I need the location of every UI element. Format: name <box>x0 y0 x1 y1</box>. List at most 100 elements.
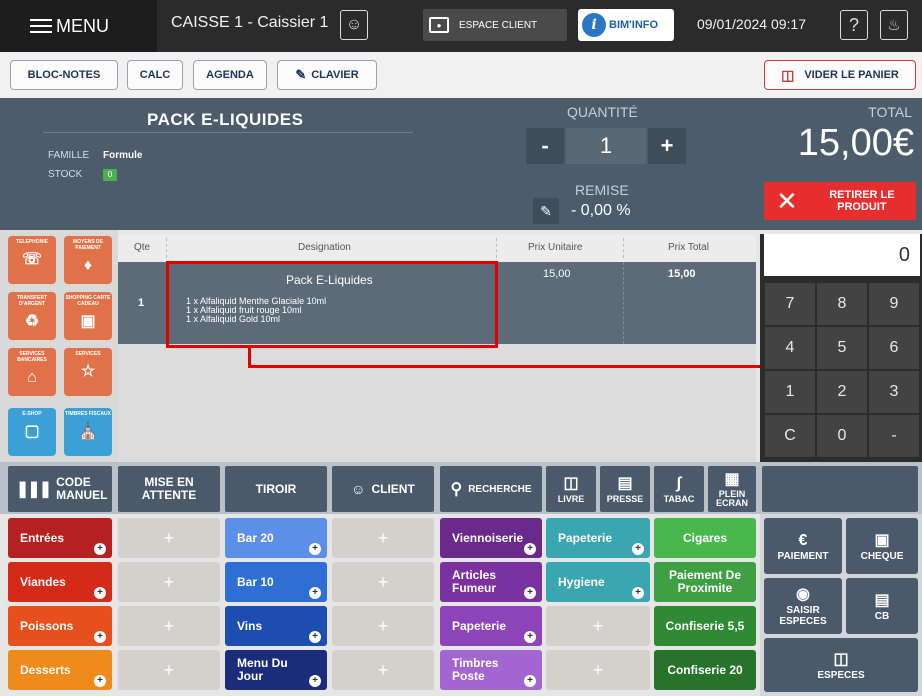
remise-value: - 0,00 % <box>571 202 631 219</box>
category-papeterie[interactable]: Papeterie + <box>546 518 650 558</box>
category-viandes[interactable]: Viandes + <box>8 562 112 602</box>
id-card-icon: ● <box>429 17 449 33</box>
paiement-label: PAIEMENT <box>777 550 829 562</box>
key-3[interactable]: 3 <box>868 370 920 414</box>
shortcut-moyens-paiement[interactable]: MOYENS DE PAIEMENT ♦ <box>64 236 112 284</box>
bim-info-button[interactable]: i BIM'INFO <box>578 9 674 41</box>
empty-slot[interactable]: + <box>118 518 220 558</box>
paiement-button[interactable]: € PAIEMENT <box>764 518 842 574</box>
phone-icon: ☏ <box>21 251 42 268</box>
trash-icon: ◫ <box>781 66 795 83</box>
key-8[interactable]: 8 <box>816 282 868 326</box>
category-confiserie-5-5[interactable]: Confiserie 5,5 <box>654 606 756 646</box>
saisir-especes-label: SAISIR ESPECES <box>779 605 827 627</box>
shortcut-carte-cadeau[interactable]: SHOPPING CARTE CADEAU ▣ <box>64 292 112 340</box>
bell-icon[interactable]: ♨ <box>880 10 908 40</box>
especes-label: ESPECES <box>817 669 865 681</box>
user-icon[interactable]: ☺ <box>340 10 368 40</box>
quantity-plus-button[interactable]: + <box>648 128 686 164</box>
shortcut-services-bancaires[interactable]: SERVICES BANCAIRES ⌂ <box>8 348 56 396</box>
category-timbres-poste[interactable]: Timbres Poste + <box>440 650 542 690</box>
empty-slot[interactable]: + <box>118 650 220 690</box>
category-hygiene[interactable]: Hygiene + <box>546 562 650 602</box>
category-paiement-proximite[interactable]: Paiement De Proximite <box>654 562 756 602</box>
agenda-button[interactable]: AGENDA <box>193 60 267 90</box>
bloc-notes-button[interactable]: BLOC-NOTES <box>10 60 118 90</box>
category-label: Confiserie 5,5 <box>665 619 745 633</box>
category-confiserie-20[interactable]: Confiserie 20 <box>654 650 756 690</box>
category-desserts[interactable]: Desserts + <box>8 650 112 690</box>
mise-en-attente-label: MISE EN ATTENTE <box>141 475 197 502</box>
help-icon[interactable]: ? <box>840 10 868 40</box>
category-articles-fumeur[interactable]: Articles Fumeur + <box>440 562 542 602</box>
empty-slot[interactable]: + <box>546 650 650 690</box>
tiroir-button[interactable]: TIROIR <box>225 466 327 512</box>
shortcut-timbres-fiscaux[interactable]: TIMBRES FISCAUX ⛪ <box>64 408 112 456</box>
mise-en-attente-button[interactable]: MISE EN ATTENTE <box>118 466 220 512</box>
empty-slot[interactable]: + <box>332 606 434 646</box>
cheque-button[interactable]: ▣ CHEQUE <box>846 518 918 574</box>
code-manuel-button[interactable]: ❚❚❚ CODE MANUEL <box>8 466 112 512</box>
client-button[interactable]: ☺ CLIENT <box>332 466 434 512</box>
shortcut-transfert-argent[interactable]: TRANSFERT D'ARGENT ♻ <box>8 292 56 340</box>
edit-remise-icon[interactable]: ✎ <box>533 198 559 224</box>
empty-slot[interactable]: + <box>332 518 434 558</box>
add-icon: + <box>524 543 536 555</box>
shortcut-telephonie[interactable]: TELEPHONIE ☏ <box>8 236 56 284</box>
empty-slot[interactable]: + <box>118 606 220 646</box>
empty-slot[interactable]: + <box>332 650 434 690</box>
shortcut-label: SERVICES <box>75 351 101 357</box>
key-5[interactable]: 5 <box>816 326 868 370</box>
product-panel: PACK E-LIQUIDES FAMILLE Formule STOCK 0 … <box>0 98 922 230</box>
barcode-icon: ❚❚❚ <box>15 481 52 498</box>
plein-ecran-button[interactable]: ▦ PLEIN ECRAN <box>708 466 756 512</box>
category-poissons[interactable]: Poissons + <box>8 606 112 646</box>
empty-slot[interactable]: + <box>332 562 434 602</box>
key-7[interactable]: 7 <box>764 282 816 326</box>
cb-button[interactable]: ▤ CB <box>846 578 918 634</box>
category-bar-10[interactable]: Bar 10 + <box>225 562 327 602</box>
livre-button[interactable]: ◫ LIVRE <box>546 466 596 512</box>
category-label: Bar 20 <box>237 531 274 545</box>
key-9[interactable]: 9 <box>868 282 920 326</box>
key-clear[interactable]: C <box>764 414 816 458</box>
shortcut-e-shop[interactable]: E-SHOP ▢ <box>8 408 56 456</box>
vider-panier-button[interactable]: ◫ VIDER LE PANIER <box>764 60 916 90</box>
saisir-especes-button[interactable]: ◉ SAISIR ESPECES <box>764 578 842 634</box>
menu-button[interactable]: MENU <box>0 0 157 52</box>
presse-button[interactable]: ▤ PRESSE <box>600 466 650 512</box>
category-vins[interactable]: Vins + <box>225 606 327 646</box>
category-menu-du-jour[interactable]: Menu Du Jour + <box>225 650 327 690</box>
calc-button[interactable]: CALC <box>127 60 183 90</box>
key-1[interactable]: 1 <box>764 370 816 414</box>
shortcut-label: E-SHOP <box>22 411 42 417</box>
vider-panier-label: VIDER LE PANIER <box>804 69 899 81</box>
empty-slot[interactable]: + <box>118 562 220 602</box>
key-2[interactable]: 2 <box>816 370 868 414</box>
clavier-button[interactable]: ✎ CLAVIER <box>277 60 377 90</box>
key-minus[interactable]: - <box>868 414 920 458</box>
category-label: Cigares <box>682 531 728 545</box>
key-4[interactable]: 4 <box>764 326 816 370</box>
recherche-button[interactable]: ⚲ RECHERCHE <box>440 466 542 512</box>
category-entrees[interactable]: Entrées + <box>8 518 112 558</box>
espace-client-label: ESPACE CLIENT <box>459 19 538 31</box>
quantity-minus-button[interactable]: - <box>526 128 564 164</box>
add-icon: + <box>94 587 106 599</box>
category-viennoiserie[interactable]: Viennoiserie + <box>440 518 542 558</box>
category-label: Menu Du Jour <box>237 656 288 683</box>
category-papeterie-presse[interactable]: Papeterie + <box>440 606 542 646</box>
key-0[interactable]: 0 <box>816 414 868 458</box>
add-icon: + <box>94 631 106 643</box>
especes-button[interactable]: ◫ ESPECES <box>764 638 918 692</box>
empty-slot[interactable]: + <box>546 606 650 646</box>
retirer-produit-button[interactable]: ✕ RETIRER LE PRODUIT <box>764 182 916 220</box>
shortcut-services[interactable]: SERVICES ☆ <box>64 348 112 396</box>
espace-client-button[interactable]: ● ESPACE CLIENT <box>423 9 567 41</box>
category-cigares[interactable]: Cigares <box>654 518 756 558</box>
category-label: Papeterie <box>558 531 613 545</box>
tabac-button[interactable]: ∫ TABAC <box>654 466 704 512</box>
category-bar-20[interactable]: Bar 20 + <box>225 518 327 558</box>
quantity-value[interactable]: 1 <box>566 128 646 164</box>
key-6[interactable]: 6 <box>868 326 920 370</box>
